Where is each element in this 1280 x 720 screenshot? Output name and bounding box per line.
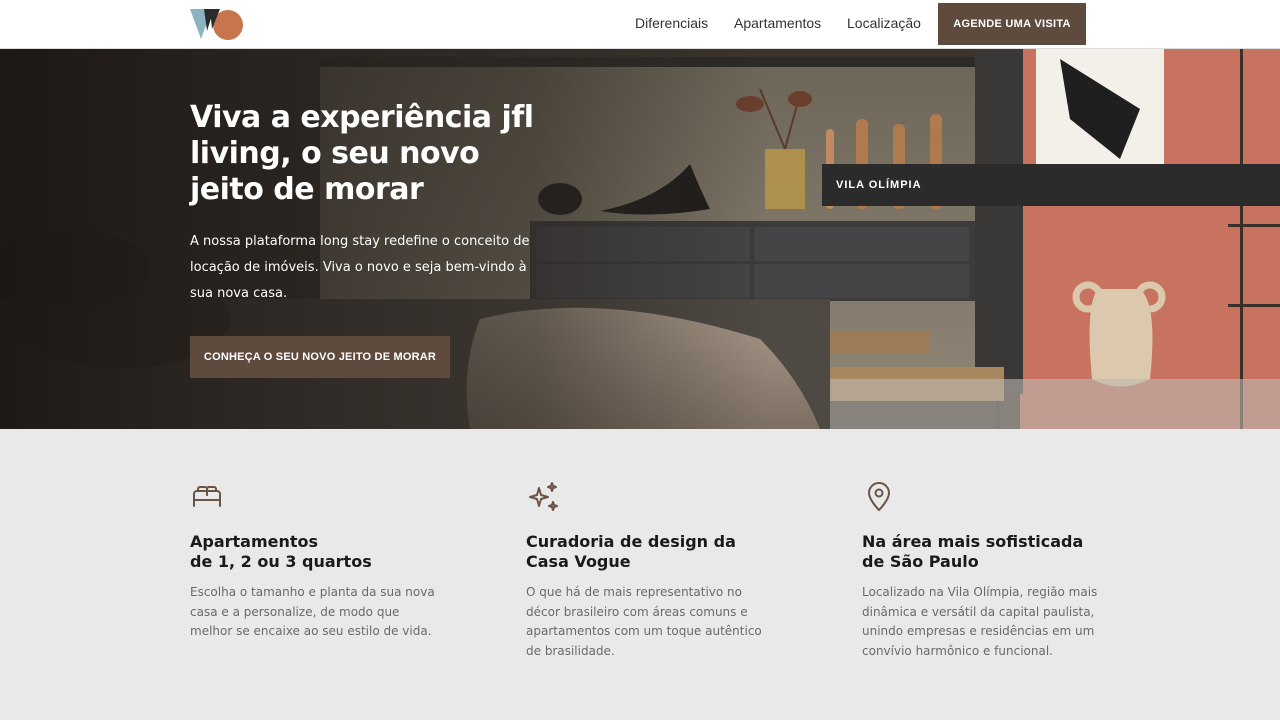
nav-apartamentos[interactable]: Apartamentos — [734, 15, 821, 31]
sparkles-icon — [529, 482, 558, 511]
site-header: Diferenciais Apartamentos Localização AG… — [0, 0, 1280, 49]
feature-text: O que há de mais representativo no décor… — [526, 585, 762, 658]
schedule-visit-button[interactable]: AGENDE UMA VISITA — [938, 3, 1086, 45]
nav-localizacao[interactable]: Localização — [847, 15, 921, 31]
location-badge: VILA OLÍMPIA — [822, 164, 1280, 206]
feature-design: Curadoria de design da Casa Vogue O que … — [526, 480, 776, 661]
feature-title: Curadoria de design da Casa Vogue — [526, 532, 736, 571]
nav-diferenciais[interactable]: Diferenciais — [635, 15, 708, 31]
feature-text: Escolha o tamanho e planta da sua nova c… — [190, 585, 435, 638]
feature-location: Na área mais sofisticada de São Paulo Lo… — [862, 480, 1112, 661]
jfl-living-logo[interactable] — [190, 7, 244, 41]
feature-title: Na área mais sofisticada de São Paulo — [862, 532, 1084, 571]
hero-description: A nossa plataforma long stay redefine o … — [190, 234, 530, 301]
location-pin-icon — [868, 482, 890, 511]
feature-title: Apartamentos de 1, 2 ou 3 quartos — [190, 532, 372, 571]
feature-text: Localizado na Vila Olímpia, região mais … — [862, 585, 1098, 658]
discover-button[interactable]: CONHEÇA O SEU NOVO JEITO DE MORAR — [190, 336, 450, 378]
bed-icon — [193, 486, 221, 507]
hero-title: Viva a experiência jfl living, o seu nov… — [190, 100, 534, 207]
hero-section: Viva a experiência jfl living, o seu nov… — [0, 49, 1280, 429]
feature-apartments: Apartamentos de 1, 2 ou 3 quartos Escolh… — [190, 480, 440, 642]
